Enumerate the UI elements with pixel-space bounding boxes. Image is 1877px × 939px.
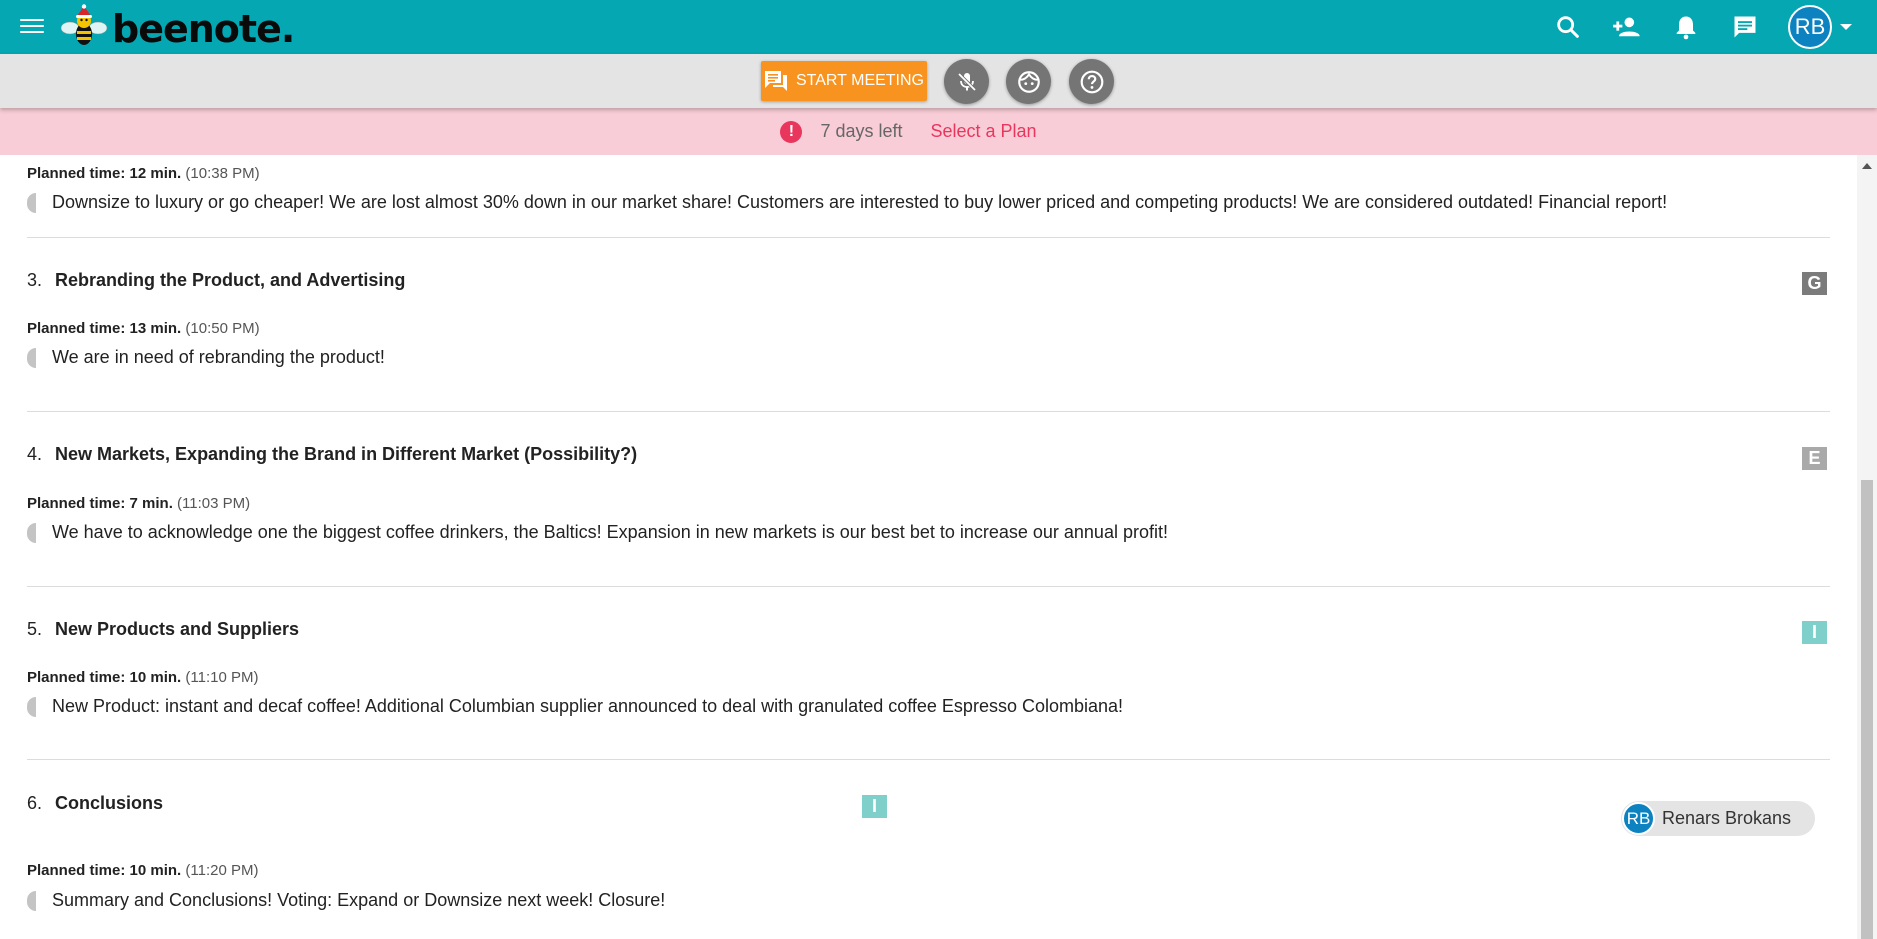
description-marker xyxy=(27,192,36,213)
description-text: New Product: instant and decaf coffee! A… xyxy=(52,696,1124,716)
item-tag: I xyxy=(1802,621,1827,644)
user-avatar[interactable]: RB xyxy=(1788,5,1832,49)
description-text: We are in need of rebranding the product… xyxy=(52,347,385,367)
app-logo[interactable]: beenote. xyxy=(60,4,295,51)
agenda-list: Planned time: 12 min. (10:38 PM) Downsiz… xyxy=(0,155,1857,939)
item-number: 6. xyxy=(27,793,43,813)
bee-logo xyxy=(60,4,108,50)
planned-clock: (11:20 PM) xyxy=(185,862,259,879)
item-name: Rebranding the Product, and Advertising xyxy=(55,270,406,290)
mic-off-icon xyxy=(957,72,976,91)
planned-time: Planned time: 10 min. (11:20 PM) xyxy=(27,862,258,879)
assignee-name: Renars Brokans xyxy=(1662,808,1792,828)
agenda-item-4: 4. New Markets, Expanding the Brand in D… xyxy=(27,412,1830,586)
scrollbar[interactable] xyxy=(1857,155,1877,939)
planned-time: Planned time: 10 min. (11:10 PM) xyxy=(27,669,258,686)
menu-icon[interactable] xyxy=(20,15,44,39)
scroll-thumb[interactable] xyxy=(1861,480,1873,939)
planned-duration: Planned time: 13 min. xyxy=(27,320,182,337)
help-button[interactable] xyxy=(1069,59,1114,104)
description-text: Summary and Conclusions! Voting: Expand … xyxy=(52,890,666,910)
planned-time: Planned time: 13 min. (10:50 PM) xyxy=(27,320,260,337)
item-number: 5. xyxy=(27,619,43,639)
planned-duration: Planned time: 10 min. xyxy=(27,862,182,879)
item-title[interactable]: 6. Conclusions xyxy=(27,793,163,814)
agenda-item-5: 5. New Products and Suppliers I Planned … xyxy=(27,587,1830,761)
select-plan-link[interactable]: Select a Plan xyxy=(930,121,1036,142)
help-icon xyxy=(1080,70,1103,93)
item-name: Conclusions xyxy=(55,793,164,813)
planned-clock: (11:10 PM) xyxy=(185,669,259,686)
assignee-chip[interactable]: RB Renars Brokans xyxy=(1621,801,1815,836)
item-description[interactable]: Downsize to luxury or go cheaper! We are… xyxy=(27,192,1667,213)
description-marker xyxy=(27,890,36,911)
item-name: New Products and Suppliers xyxy=(55,619,300,639)
chat-icon[interactable] xyxy=(1731,13,1759,41)
planned-duration: Planned time: 12 min. xyxy=(27,165,182,182)
description-marker xyxy=(27,347,36,368)
meeting-toolbar: START MEETING xyxy=(0,54,1877,108)
chevron-down-icon[interactable] xyxy=(1840,24,1852,30)
scroll-up-arrow-icon[interactable] xyxy=(1862,163,1872,169)
planned-clock: (10:50 PM) xyxy=(185,320,260,337)
agenda-item-2: Planned time: 12 min. (10:38 PM) Downsiz… xyxy=(27,155,1830,238)
item-description[interactable]: New Product: instant and decaf coffee! A… xyxy=(27,696,1123,717)
planned-clock: (10:38 PM) xyxy=(185,165,260,182)
item-number: 4. xyxy=(27,444,43,464)
agenda-item-6: 6. Conclusions I xyxy=(27,760,1830,939)
planned-duration: Planned time: 7 min. xyxy=(27,495,173,512)
days-left-text: 7 days left xyxy=(820,121,903,141)
add-person-icon[interactable] xyxy=(1612,13,1642,41)
planned-time: Planned time: 7 min. (11:03 PM) xyxy=(27,495,250,512)
assignee-avatar: RB xyxy=(1622,802,1655,835)
meeting-icon xyxy=(764,71,787,91)
face-icon xyxy=(1017,70,1040,93)
item-description[interactable]: Summary and Conclusions! Voting: Expand … xyxy=(27,890,665,911)
description-text: We have to acknowledge one the biggest c… xyxy=(52,522,1168,542)
item-tag: G xyxy=(1802,272,1827,295)
start-meeting-button[interactable]: START MEETING xyxy=(761,61,927,101)
top-app-bar: beenote. RB xyxy=(0,0,1877,54)
item-title[interactable]: 5. New Products and Suppliers xyxy=(27,619,299,640)
agenda-item-3: 3. Rebranding the Product, and Advertisi… xyxy=(27,238,1830,412)
item-title[interactable]: 4. New Markets, Expanding the Brand in D… xyxy=(27,444,637,465)
start-meeting-label: START MEETING xyxy=(795,72,924,89)
search-icon[interactable] xyxy=(1554,13,1582,41)
face-button[interactable] xyxy=(1006,59,1051,104)
item-description[interactable]: We have to acknowledge one the biggest c… xyxy=(27,522,1168,543)
logo-text: beenote. xyxy=(112,7,295,51)
description-text: Downsize to luxury or go cheaper! We are… xyxy=(52,192,1668,212)
planned-duration: Planned time: 10 min. xyxy=(27,669,182,686)
item-name: New Markets, Expanding the Brand in Diff… xyxy=(55,444,638,464)
mute-button[interactable] xyxy=(944,59,989,104)
bell-icon[interactable] xyxy=(1672,13,1700,41)
item-number: 3. xyxy=(27,270,43,290)
planned-clock: (11:03 PM) xyxy=(177,495,251,512)
item-tag: I xyxy=(862,795,887,818)
trial-banner: ! 7 days left Select a Plan xyxy=(0,108,1877,155)
alert-icon: ! xyxy=(780,120,803,143)
item-description[interactable]: We are in need of rebranding the product… xyxy=(27,347,385,368)
item-tag: E xyxy=(1802,447,1827,470)
description-marker xyxy=(27,696,36,717)
description-marker xyxy=(27,522,36,543)
planned-time: Planned time: 12 min. (10:38 PM) xyxy=(27,165,260,182)
item-title[interactable]: 3. Rebranding the Product, and Advertisi… xyxy=(27,270,405,291)
